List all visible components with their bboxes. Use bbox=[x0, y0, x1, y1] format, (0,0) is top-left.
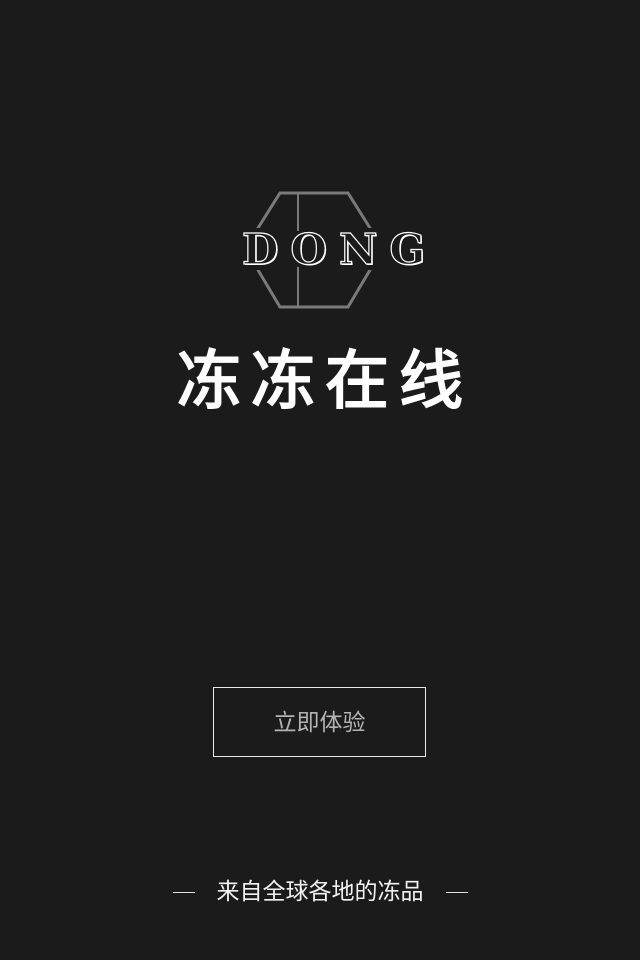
tagline-text: 来自全球各地的冻品 bbox=[216, 879, 424, 905]
tagline-left-divider bbox=[172, 891, 195, 893]
start-experience-button[interactable]: 立即体验 bbox=[213, 687, 426, 757]
splash-screen: DONG 冻冻在线 立即体验 来自全球各地的冻品 bbox=[0, 0, 640, 960]
tagline: 来自全球各地的冻品 bbox=[0, 872, 640, 912]
logo-wordmark: DONG bbox=[241, 224, 438, 274]
brand-logo: DONG bbox=[230, 185, 438, 315]
tagline-right-divider bbox=[445, 891, 468, 893]
app-title: 冻冻在线 bbox=[177, 345, 473, 419]
